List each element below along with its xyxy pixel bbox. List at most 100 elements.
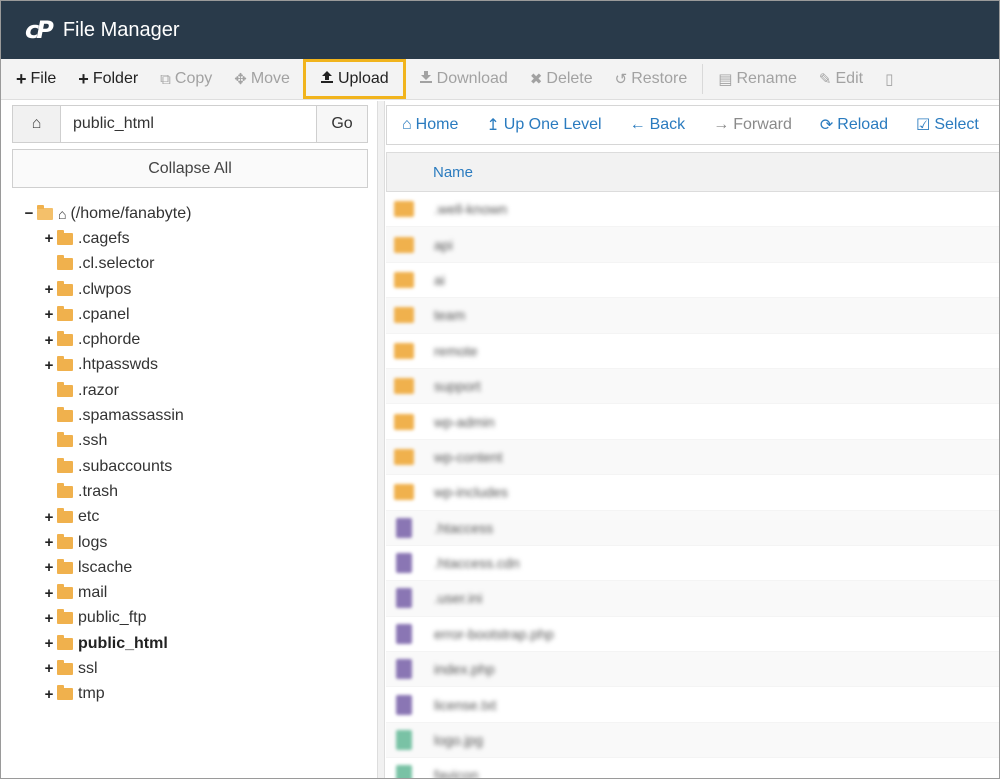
tree-item-label: public_ftp <box>78 609 147 627</box>
new-folder-button[interactable]: + Folder <box>67 59 149 99</box>
tree-item[interactable]: .razor <box>23 378 191 403</box>
file-name: favicon <box>434 767 479 779</box>
folder-icon <box>57 305 73 321</box>
expand-toggle[interactable]: + <box>43 332 55 349</box>
expand-toggle[interactable]: + <box>43 281 55 298</box>
text-file-icon <box>396 659 412 680</box>
close-icon: ✖ <box>529 71 543 88</box>
tree-item[interactable]: + tmp <box>23 682 191 707</box>
tree-item[interactable]: .ssh <box>23 429 191 454</box>
text-file-icon <box>396 553 412 574</box>
expand-toggle[interactable]: + <box>43 660 55 677</box>
restore-button[interactable]: ↺ Restore <box>604 59 699 99</box>
tree-item[interactable]: .subaccounts <box>23 454 191 479</box>
download-icon <box>419 70 433 88</box>
upload-icon <box>320 70 334 88</box>
copy-button[interactable]: ⧉ Copy <box>149 59 223 99</box>
file-row[interactable]: team <box>386 298 999 334</box>
folder-icon <box>57 685 73 701</box>
tree-item[interactable]: + .cphorde <box>23 327 191 352</box>
file-row[interactable]: api <box>386 227 999 263</box>
folder-icon <box>57 508 73 524</box>
expand-toggle[interactable]: + <box>43 534 55 551</box>
collapse-all-button[interactable]: Collapse All <box>12 149 368 188</box>
expand-toggle[interactable]: + <box>43 585 55 602</box>
expand-toggle[interactable]: + <box>43 686 55 703</box>
home-nav-label: Home <box>415 116 459 133</box>
more-toolbar-icon[interactable]: ▯ <box>874 59 908 99</box>
expand-toggle[interactable]: + <box>43 635 55 652</box>
new-file-button[interactable]: + File <box>5 59 67 99</box>
tree-item[interactable]: + logs <box>23 530 191 555</box>
tree-root[interactable]: − ⌂ (/home/fanabyte) <box>23 201 191 226</box>
move-label: Move <box>250 70 290 87</box>
up-one-level-button[interactable]: ↥ Up One Level <box>486 115 601 135</box>
move-button[interactable]: ✥ Move <box>223 59 301 99</box>
name-column-header[interactable]: Name <box>433 164 473 181</box>
file-row[interactable]: remote <box>386 334 999 369</box>
tree-item[interactable]: + .cagefs <box>23 226 191 251</box>
pane-splitter[interactable] <box>377 101 385 778</box>
home-nav-button[interactable]: ⌂ Home <box>402 116 458 134</box>
tree-item[interactable]: .cl.selector <box>23 252 191 277</box>
tree-item-label: mail <box>78 584 108 602</box>
file-row[interactable]: .well-known <box>386 192 999 228</box>
file-row[interactable]: index.php <box>386 652 999 688</box>
expand-toggle[interactable]: + <box>43 230 55 247</box>
go-button[interactable]: Go <box>316 106 367 142</box>
delete-button[interactable]: ✖ Delete <box>519 59 604 99</box>
app-title: File Manager <box>62 18 180 41</box>
expand-toggle[interactable]: + <box>43 559 55 576</box>
expand-toggle[interactable]: + <box>43 306 55 323</box>
upload-button[interactable]: Upload <box>302 59 406 99</box>
tree-item[interactable]: + lscache <box>23 555 191 580</box>
tree-item[interactable]: + ssl <box>23 656 191 681</box>
cpanel-logo: cP <box>25 16 54 44</box>
toolbar: + File + Folder ⧉ Copy ✥ Move Upload Dow… <box>1 59 999 100</box>
folder-icon <box>57 229 73 245</box>
path-home-button[interactable]: ⌂ <box>13 106 61 142</box>
file-row[interactable]: error-bootstrap.php <box>386 617 999 653</box>
home-icon: ⌂ <box>402 116 412 133</box>
file-row[interactable]: .user.ini <box>386 581 999 617</box>
file-row[interactable]: support <box>386 368 999 405</box>
file-name: .user.ini <box>434 590 483 607</box>
home-icon: ⌂ <box>31 115 42 132</box>
file-row[interactable]: license.txt <box>386 687 999 723</box>
back-button[interactable]: ← Back <box>630 116 686 134</box>
file-row[interactable]: logo.jpg <box>386 722 999 759</box>
tree-item[interactable]: + public_ftp <box>23 606 191 631</box>
forward-button[interactable]: → Forward <box>713 116 792 134</box>
expand-toggle[interactable]: + <box>43 610 55 627</box>
tree-item[interactable]: + .clwpos <box>23 277 191 302</box>
file-name: wp-admin <box>434 413 495 430</box>
edit-button[interactable]: ✎ Edit <box>808 59 874 99</box>
tree-item-label: ssl <box>78 659 98 677</box>
reload-button[interactable]: ⟳ Reload <box>820 115 888 135</box>
tree-item[interactable]: + etc <box>23 505 191 530</box>
path-input[interactable] <box>61 106 316 142</box>
tree-item[interactable]: + public_html <box>23 631 191 656</box>
file-row[interactable]: wp-admin <box>386 404 999 440</box>
expand-toggle[interactable]: + <box>43 509 55 526</box>
file-row[interactable]: wp-includes <box>386 475 999 511</box>
file-list: .well-known api ai team remote support wp-admi… <box>386 192 999 779</box>
file-row[interactable]: ai <box>386 263 999 299</box>
file-row[interactable]: favicon <box>386 758 999 779</box>
collapse-toggle[interactable]: − <box>23 205 35 222</box>
folder-icon <box>57 331 73 347</box>
tree-item[interactable]: + .cpanel <box>23 302 191 327</box>
file-name: api <box>434 236 453 253</box>
select-all-button[interactable]: ☑ Select <box>916 115 979 135</box>
tree-item[interactable]: + mail <box>23 580 191 605</box>
tree-item[interactable]: .trash <box>23 479 191 504</box>
file-row[interactable]: .htaccess <box>386 510 999 546</box>
expand-toggle[interactable]: + <box>43 357 55 374</box>
file-row[interactable]: wp-content <box>386 439 999 476</box>
arrow-right-icon: → <box>713 116 730 133</box>
rename-button[interactable]: ▤ Rename <box>707 59 808 99</box>
download-button[interactable]: Download <box>408 59 519 99</box>
tree-item[interactable]: + .htpasswds <box>23 353 191 378</box>
tree-item[interactable]: .spamassassin <box>23 403 191 428</box>
file-row[interactable]: .htaccess.cdn <box>386 546 999 582</box>
